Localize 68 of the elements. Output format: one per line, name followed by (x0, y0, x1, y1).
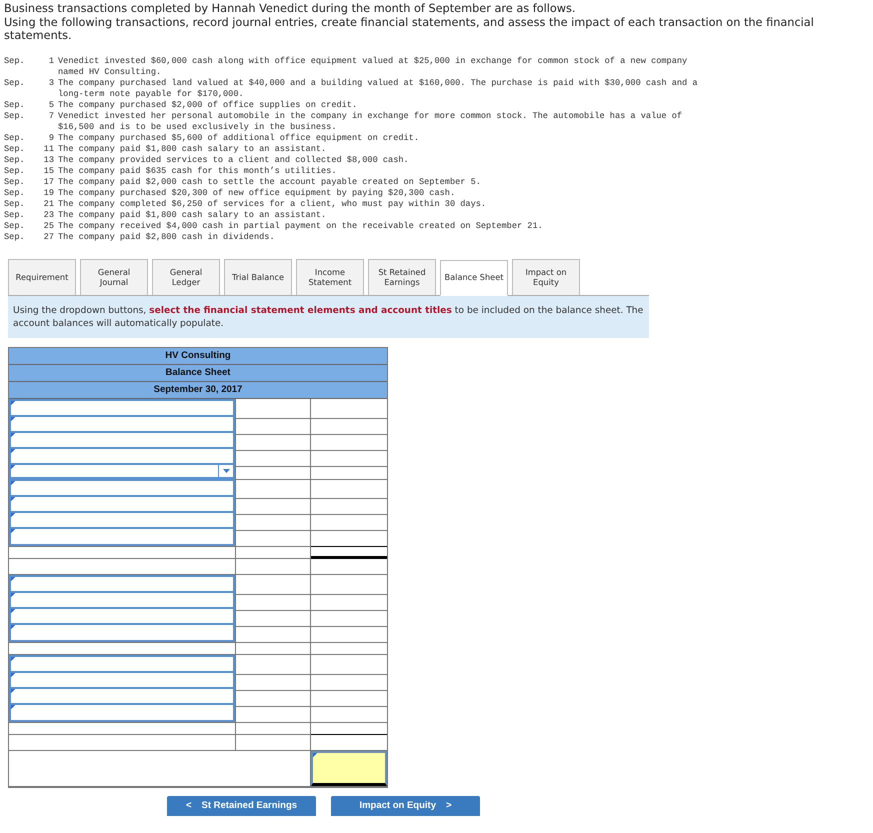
account-input-field[interactable] (9, 446, 235, 466)
transaction-month: Sep. (4, 220, 26, 232)
transaction-text: The company paid $635 cash for this month’s utilities. (58, 166, 338, 176)
transaction-month: Sep. (4, 100, 26, 110)
transaction-day: 7 (40, 110, 54, 132)
tab[interactable]: General Journal (80, 258, 148, 294)
transaction-day: 9 (40, 132, 54, 144)
tab[interactable]: General Ledger (152, 258, 220, 294)
transaction-day: 5 (40, 100, 54, 110)
tab[interactable]: Income Statement (296, 258, 364, 294)
transaction-day: 11 (40, 144, 54, 154)
transaction-month: Sep. (4, 176, 26, 188)
transaction-month: Sep. (4, 132, 26, 144)
transaction-text: The company purchased land valued at $40,000 and a building valued at $160,000. The purchase is paid with $30,000 cash and a long-term note payable for $170,000. (58, 78, 698, 100)
transaction-month: Sep. (4, 232, 26, 242)
transaction-month: Sep. (4, 166, 26, 176)
account-input-field[interactable] (9, 526, 235, 546)
total-input-field[interactable] (311, 750, 387, 786)
transaction-day: 13 (40, 154, 54, 166)
button-label: Impact on Equity (359, 800, 436, 811)
tab[interactable]: Balance Sheet (440, 260, 508, 296)
transaction-day: 23 (40, 210, 54, 220)
transaction-text: Venedict invested $60,000 cash along with office equipment valued at $25,000 in exchange for common stock of a new company named HV Consulting. (58, 56, 688, 78)
transaction-day: 3 (40, 78, 54, 100)
transaction-text: The company purchased $5,600 of additional office equipment on credit. (58, 132, 420, 144)
transaction-month: Sep. (4, 110, 26, 122)
statement-header: Balance Sheet (9, 364, 387, 382)
transaction-day: 25 (40, 220, 54, 232)
transaction-text: The company completed $6,250 of services for a client, who must pay within 30 days. (58, 198, 488, 210)
transaction-text: Venedict invested her personal automobile in the company in exchange for more common stock. The automobile has a value of $16,500 and is to be used exclusively in the business. (58, 110, 684, 132)
transaction-text: The company provided services to a client and collected $8,000 cash. (58, 154, 410, 166)
next-button[interactable]: Impact on Equity > (331, 796, 480, 816)
transaction-month: Sep. (4, 78, 26, 90)
statement-header: HV Consulting (9, 348, 387, 364)
transaction-day: 17 (40, 176, 54, 188)
transaction-month: Sep. (4, 56, 26, 68)
transaction-month: Sep. (4, 198, 26, 210)
transaction-day: 27 (40, 232, 54, 242)
button-label: St Retained Earnings (202, 800, 298, 811)
chevron-left-icon: < (186, 800, 192, 811)
tab[interactable]: Impact on Equity (512, 258, 580, 294)
transaction-month: Sep. (4, 188, 26, 198)
transaction-text: The company paid $2,800 cash in dividends. (58, 232, 276, 242)
transaction-text: The company purchased $2,000 of office supplies on credit. (58, 100, 358, 110)
transaction-month: Sep. (4, 154, 26, 166)
transaction-month: Sep. (4, 210, 26, 220)
transaction-text: The company paid $1,800 cash salary to an assistant. (58, 210, 328, 220)
transaction-text: The company paid $1,800 cash salary to an assistant. (58, 144, 328, 154)
transaction-day: 19 (40, 188, 54, 198)
transaction-day: 21 (40, 198, 54, 210)
intro-text: Business transactions completed by Hannah Venedict during the month of September are as follows. (4, 2, 577, 16)
instruction-text: Using the dropdown buttons, select the financial statement elements and account titles to be included on the balance sheet. The account balances will automatically populate. (8, 296, 649, 338)
tab[interactable]: St Retained Earnings (368, 258, 436, 294)
intro-text: Using the following transactions, record journal entries, create financial statements, and assess the impact of each transaction on the financial statements. (4, 16, 815, 42)
transaction-day: 15 (40, 166, 54, 176)
transaction-day: 1 (40, 56, 54, 78)
account-input-field[interactable] (9, 702, 235, 722)
transaction-text: The company received $4,000 cash in partial payment on the receivable created on September 21. (58, 220, 544, 232)
tab[interactable]: Trial Balance (224, 258, 292, 294)
chevron-right-icon: > (446, 800, 452, 811)
previous-button[interactable]: < St Retained Earnings (167, 796, 316, 816)
transaction-text: The company paid $2,000 cash to settle the account payable created on September 5. (58, 176, 482, 188)
caret-icon (218, 464, 233, 476)
statement-header: September 30, 2017 (9, 382, 387, 398)
account-input-field[interactable] (9, 622, 235, 642)
tab[interactable]: Requirement (8, 258, 76, 294)
transaction-text: The company purchased $20,300 of new office equipment by paying $20,300 cash. (58, 188, 456, 198)
transaction-month: Sep. (4, 144, 26, 154)
